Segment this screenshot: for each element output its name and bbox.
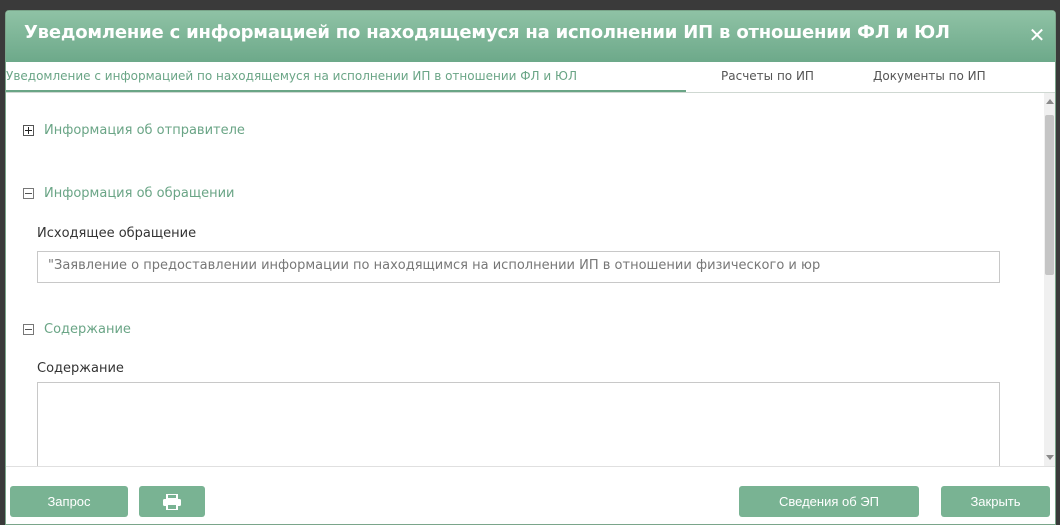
dialog-title: Уведомление с информацией по находящемус… (24, 22, 950, 43)
content-label: Содержание (37, 361, 124, 376)
printer-icon (163, 493, 181, 510)
section-request-title: Информация об обращении (44, 186, 235, 201)
content-textarea[interactable] (37, 382, 1000, 466)
outgoing-request-field[interactable]: "Заявление о предоставлении информации п… (37, 251, 1000, 283)
scroll-thumb[interactable] (1045, 115, 1054, 275)
scroll-up-icon[interactable] (1046, 99, 1054, 104)
tab-documents[interactable]: Документы по ИП (873, 69, 986, 83)
signature-info-button[interactable]: Сведения об ЭП (739, 486, 919, 517)
section-request-header[interactable]: Информация об обращении (23, 186, 235, 201)
dialog-window: Уведомление с информацией по находящемус… (5, 10, 1056, 525)
dialog-titlebar[interactable]: Уведомление с информацией по находящемус… (6, 11, 1055, 62)
outgoing-request-label: Исходящее обращение (37, 226, 197, 241)
form-content: Информация об отправителе Информация об … (6, 93, 1046, 466)
close-button[interactable]: Закрыть (941, 486, 1050, 517)
request-button[interactable]: Запрос (10, 486, 128, 517)
tab-bar: Уведомление с информацией по находящемус… (6, 62, 1055, 93)
section-content-title: Содержание (44, 322, 131, 337)
tab-payments[interactable]: Расчеты по ИП (721, 69, 814, 83)
vertical-scrollbar[interactable] (1044, 93, 1055, 466)
section-sender-header[interactable]: Информация об отправителе (23, 123, 245, 138)
section-sender-title: Информация об отправителе (44, 123, 245, 138)
scroll-down-icon[interactable] (1046, 455, 1054, 460)
collapse-minus-icon[interactable] (23, 324, 34, 335)
print-button[interactable] (139, 486, 205, 517)
dialog-footer: Запрос Сведения об ЭП Закрыть (6, 466, 1055, 524)
active-tab-indicator (6, 90, 686, 92)
tab-notification[interactable]: Уведомление с информацией по находящемус… (6, 69, 577, 83)
expand-plus-icon[interactable] (23, 125, 34, 136)
collapse-minus-icon[interactable] (23, 188, 34, 199)
section-content-header[interactable]: Содержание (23, 322, 131, 337)
close-icon[interactable]: ✕ (1027, 25, 1047, 45)
